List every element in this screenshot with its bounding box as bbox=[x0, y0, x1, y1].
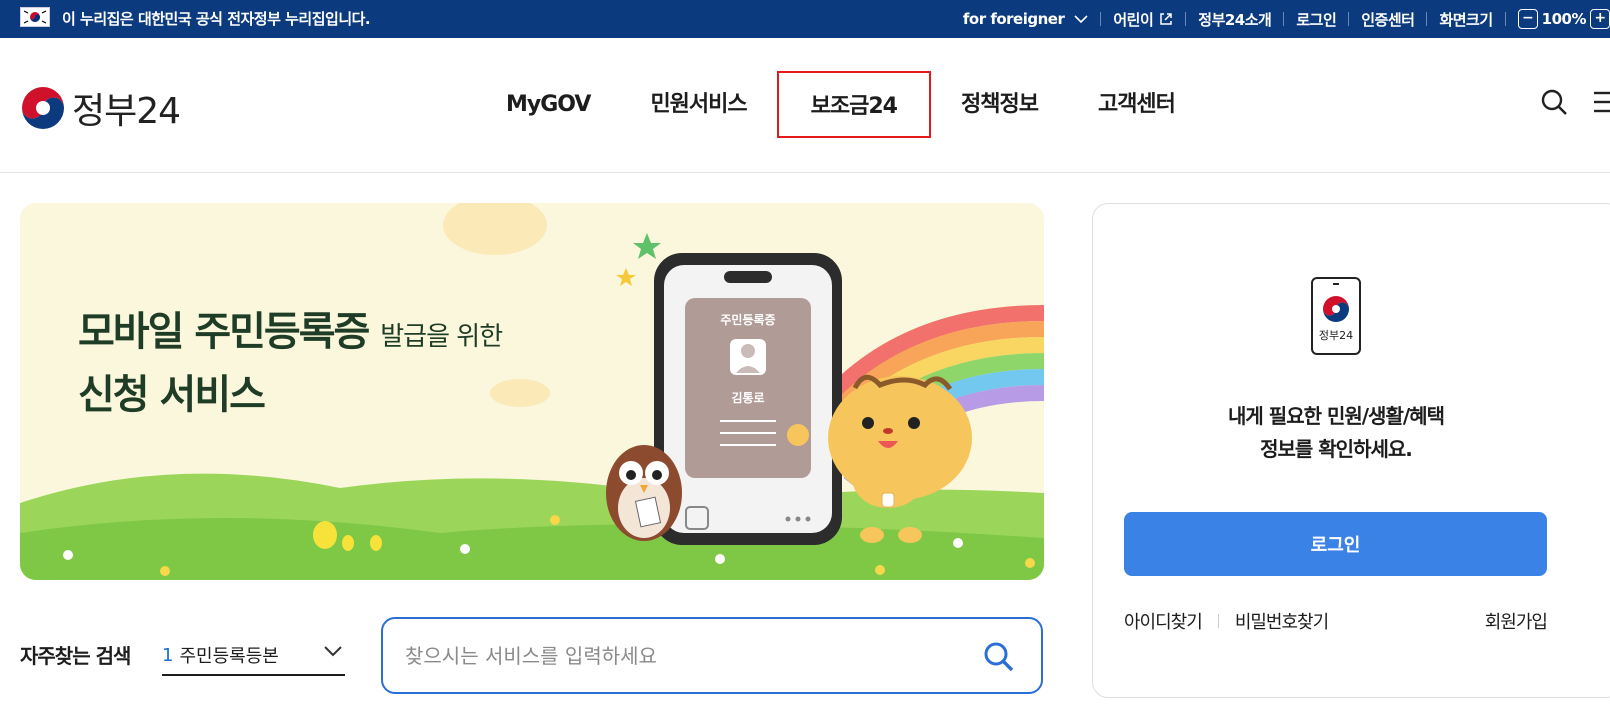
find-id-link[interactable]: 아이디찾기 bbox=[1124, 608, 1203, 634]
signup-link[interactable]: 회원가입 bbox=[1485, 608, 1548, 634]
find-password-link[interactable]: 비밀번호찾기 bbox=[1235, 608, 1329, 634]
nav-customer-center[interactable]: 고객센터 bbox=[1068, 71, 1205, 138]
id-card-name: 김통로 bbox=[731, 391, 765, 405]
zoom-out-button[interactable]: − bbox=[1517, 9, 1538, 29]
kids-link[interactable]: 어린이 bbox=[1101, 9, 1185, 30]
zoom-in-button[interactable]: + bbox=[1590, 9, 1610, 29]
main-header: 정부24 MyGOV 민원서비스 보조금24 정책정보 고객센터 bbox=[0, 38, 1610, 173]
id-card-title: 주민등록증 bbox=[720, 313, 776, 327]
top-login-link[interactable]: 로그인 bbox=[1284, 9, 1348, 30]
login-button[interactable]: 로그인 bbox=[1124, 512, 1547, 576]
menu-icon[interactable] bbox=[1590, 89, 1610, 115]
nav-subsidy24[interactable]: 보조금24 bbox=[776, 71, 931, 138]
chevron-down-icon bbox=[324, 646, 342, 657]
divider bbox=[1217, 614, 1219, 628]
frequent-search-label: 자주찾는 검색 bbox=[20, 644, 131, 668]
gov-top-bar: 이 누리집은 대한민국 공식 전자정부 누리집입니다. for foreigne… bbox=[0, 0, 1610, 38]
main-nav: MyGOV 민원서비스 보조금24 정책정보 고객센터 bbox=[476, 71, 1205, 138]
chevron-down-icon bbox=[1074, 15, 1088, 24]
banner-title-sub: 발급을 위한 bbox=[380, 322, 503, 352]
frequent-value: 주민등록등본 bbox=[179, 646, 279, 667]
nav-mygov[interactable]: MyGOV bbox=[476, 71, 620, 138]
gov24-logo[interactable]: 정부24 bbox=[20, 82, 181, 134]
korea-flag-icon bbox=[20, 7, 50, 27]
search-box bbox=[381, 617, 1043, 694]
banner-title: 모바일 주민등록증 발급을 위한 신청 서비스 bbox=[78, 303, 503, 424]
zoom-value: 100% bbox=[1541, 10, 1587, 28]
message-line2: 정보를 확인하세요. bbox=[1260, 437, 1413, 461]
login-panel: 정부24 내게 필요한 민원/생활/혜택 정보를 확인하세요. 로그인 아이디찾… bbox=[1092, 203, 1610, 698]
frequent-rank: 1 bbox=[162, 644, 174, 666]
kids-label: 어린이 bbox=[1113, 10, 1154, 29]
logo-text: 정부24 bbox=[72, 91, 181, 132]
nav-policy-info[interactable]: 정책정보 bbox=[931, 71, 1068, 138]
screen-size-label: 화면크기 bbox=[1439, 10, 1493, 29]
promo-banner[interactable]: 모바일 주민등록증 발급을 위한 신청 서비스 주민등록증 김통로 bbox=[20, 203, 1044, 580]
nav-civil-services[interactable]: 민원서비스 bbox=[620, 71, 776, 138]
for-foreigner-menu[interactable]: for foreigner bbox=[951, 10, 1100, 28]
banner-title-line1: 모바일 주민등록증 bbox=[78, 309, 370, 355]
search-input[interactable] bbox=[405, 639, 965, 673]
official-site-notice: 이 누리집은 대한민국 공식 전자정부 누리집입니다. bbox=[62, 10, 371, 28]
mobile-id-icon-label: 정부24 bbox=[1318, 329, 1354, 342]
header-icons bbox=[1540, 88, 1610, 116]
external-link-icon bbox=[1160, 13, 1173, 25]
banner-title-line2: 신청 서비스 bbox=[78, 372, 266, 418]
frequent-search-select[interactable]: 1 주민등록등본 bbox=[162, 636, 345, 676]
login-panel-message: 내게 필요한 민원/생활/혜택 정보를 확인하세요. bbox=[1093, 400, 1579, 466]
search-icon[interactable] bbox=[1540, 88, 1568, 116]
about-gov24-link[interactable]: 정부24소개 bbox=[1186, 9, 1283, 30]
certification-center-link[interactable]: 인증센터 bbox=[1349, 9, 1426, 30]
zoom-control: − 100% + bbox=[1506, 9, 1610, 29]
message-line1: 내게 필요한 민원/생활/혜택 bbox=[1228, 404, 1445, 428]
mobile-id-icon: 정부24 bbox=[1311, 277, 1361, 355]
taegeuk-logo-icon bbox=[21, 86, 65, 130]
for-foreigner-label: for foreigner bbox=[962, 10, 1065, 28]
search-icon[interactable] bbox=[983, 641, 1015, 673]
account-links: 아이디찾기 비밀번호찾기 회원가입 bbox=[1124, 608, 1548, 634]
